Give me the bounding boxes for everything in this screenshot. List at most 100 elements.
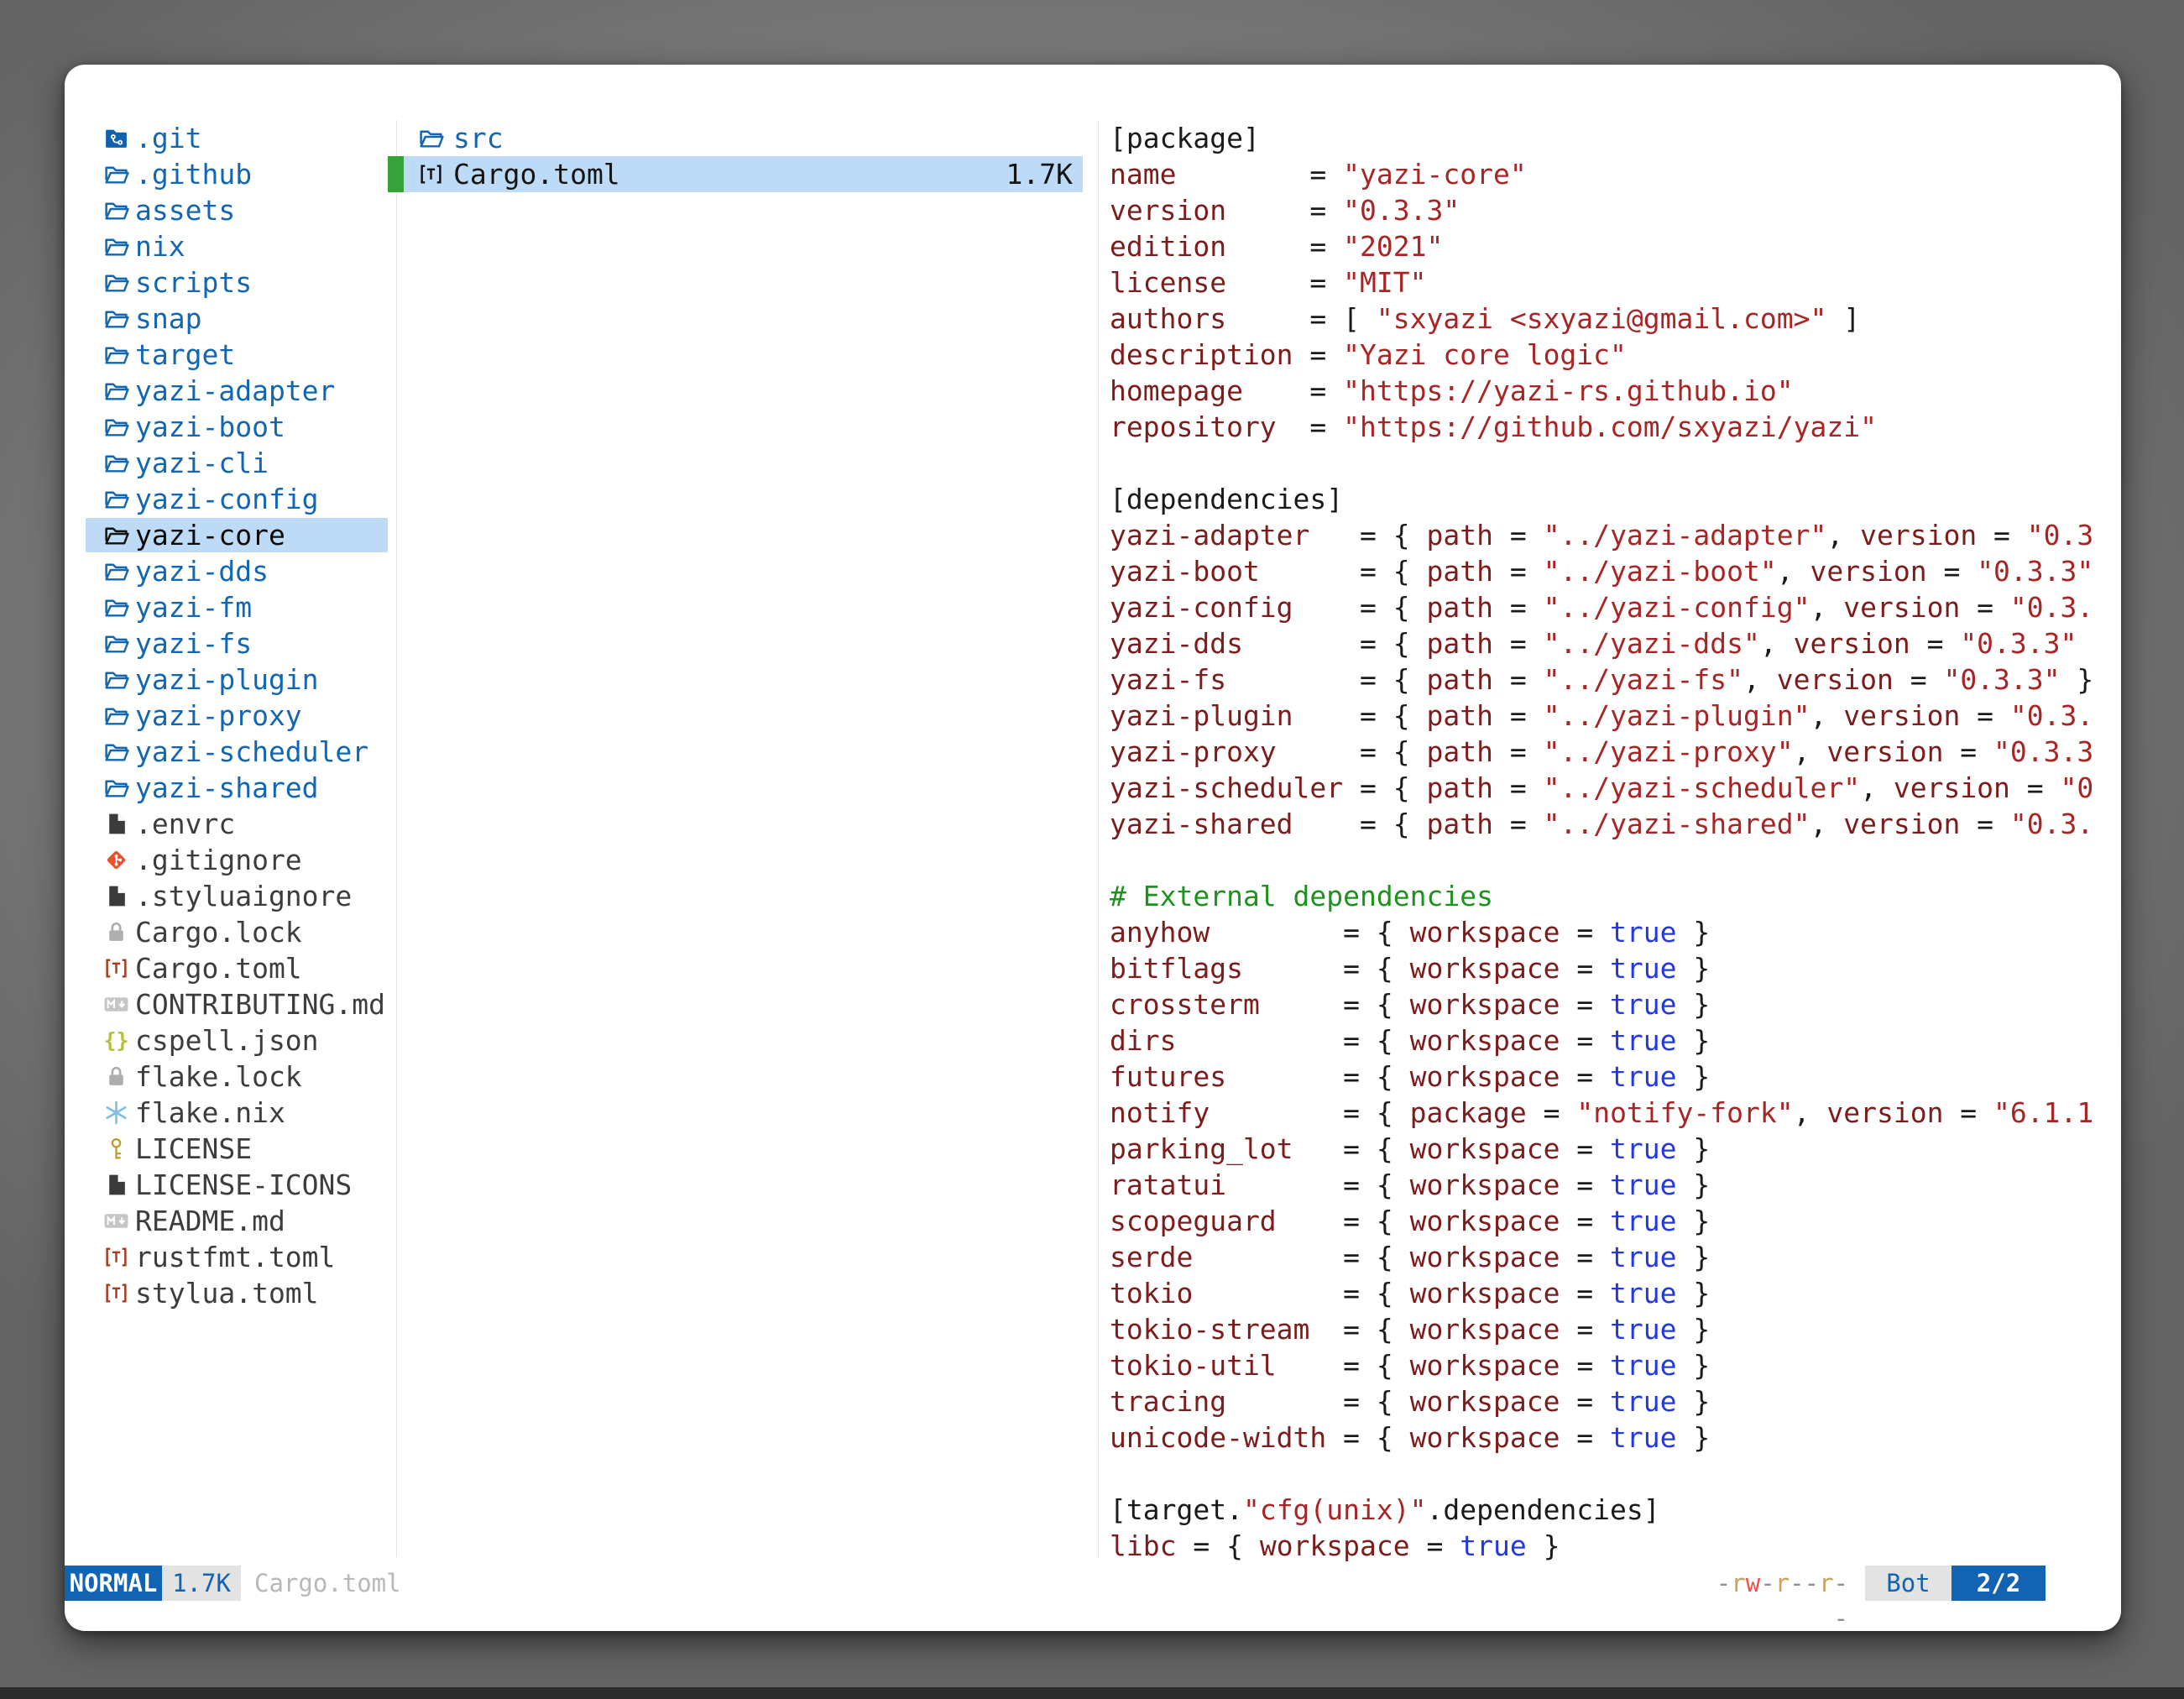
file-name: src xyxy=(453,120,504,156)
folder-icon xyxy=(103,197,129,223)
file-row[interactable]: .styluaignore xyxy=(65,878,2121,914)
status-bar: NORMAL 1.7K Cargo.toml -rw-r--r-- Bot 2/… xyxy=(65,1566,2121,1601)
folder-row[interactable]: yazi-config xyxy=(65,481,2121,517)
folder-row[interactable]: yazi-cli xyxy=(65,445,2121,481)
folder-row[interactable]: target xyxy=(65,337,2121,373)
file-name: cspell.json xyxy=(135,1022,319,1059)
preview-code-line xyxy=(1110,1456,2092,1492)
file-row[interactable]: .envrc xyxy=(65,806,2121,842)
file-row[interactable]: rustfmt.toml xyxy=(65,1239,2121,1275)
yazi-window: .git .github assets nix scripts snap tar… xyxy=(65,65,2121,1631)
folder-row[interactable]: yazi-scheduler xyxy=(65,734,2121,770)
file-name: .gitignore xyxy=(135,842,302,878)
file-row[interactable]: CONTRIBUTING.md xyxy=(65,986,2121,1022)
folder-icon xyxy=(103,522,129,548)
folder-row[interactable]: snap xyxy=(65,301,2121,337)
json-icon: {} xyxy=(103,1027,129,1053)
file-row[interactable]: flake.nix xyxy=(65,1095,2121,1131)
file-row[interactable]: Cargo.lock xyxy=(65,914,2121,950)
file-name: flake.nix xyxy=(135,1095,285,1131)
file-size: 1.7K xyxy=(938,156,1073,192)
file-name: Cargo.toml xyxy=(135,950,302,986)
file-row[interactable]: flake.lock xyxy=(65,1059,2121,1095)
scroll-position-badge: Bot xyxy=(1865,1566,1951,1601)
folder-row[interactable]: yazi-shared xyxy=(65,770,2121,806)
file-name: snap xyxy=(135,301,201,337)
file-name: stylua.toml xyxy=(135,1275,319,1311)
file-name: yazi-dds xyxy=(135,553,269,589)
file-row[interactable]: Cargo.toml 1.7K xyxy=(65,156,2121,192)
file-name: yazi-shared xyxy=(135,770,319,806)
file-name: yazi-config xyxy=(135,481,319,517)
folder-row[interactable]: yazi-boot xyxy=(65,409,2121,445)
file-name: CONTRIBUTING.md xyxy=(135,986,385,1022)
file-name: nix xyxy=(135,228,185,264)
permissions-indicator: -rw-r--r-- xyxy=(1704,1566,1848,1601)
folder-icon xyxy=(103,233,129,259)
folder-row[interactable]: scripts xyxy=(65,264,2121,301)
file-name: .styluaignore xyxy=(135,878,352,914)
file-row[interactable]: LICENSE xyxy=(65,1131,2121,1167)
file-row[interactable]: README.md xyxy=(65,1203,2121,1239)
lock-icon xyxy=(103,1064,129,1090)
markdown-icon xyxy=(103,991,129,1017)
file-icon xyxy=(103,811,129,837)
file-name: scripts xyxy=(135,264,252,301)
file-name: yazi-fs xyxy=(135,625,252,661)
preview-code-line: tokio-util = { workspace = true } xyxy=(1110,1347,2092,1383)
folder-row[interactable]: src xyxy=(65,120,2121,156)
folder-row[interactable]: yazi-fs xyxy=(65,625,2121,661)
folder-icon xyxy=(103,775,129,801)
folder-icon xyxy=(103,486,129,512)
current-pane: src Cargo.toml 1.7K xyxy=(65,120,2121,192)
folder-row[interactable]: yazi-dds xyxy=(65,553,2121,589)
parent-pane: .git .github assets nix scripts snap tar… xyxy=(65,120,2121,1311)
folder-icon xyxy=(103,269,129,295)
mode-badge: NORMAL xyxy=(65,1566,162,1601)
folder-icon xyxy=(103,558,129,584)
folder-icon xyxy=(103,594,129,620)
lock-icon xyxy=(103,919,129,945)
nix-icon xyxy=(103,1100,129,1126)
key-icon xyxy=(103,1136,129,1162)
toml-icon xyxy=(103,1280,129,1306)
folder-icon xyxy=(103,450,129,476)
folder-icon xyxy=(103,630,129,656)
folder-row[interactable]: assets xyxy=(65,192,2121,228)
file-row[interactable]: {}cspell.json xyxy=(65,1022,2121,1059)
folder-row[interactable]: yazi-core xyxy=(65,517,2121,553)
preview-code-line: [target."cfg(unix)".dependencies] xyxy=(1110,1492,2092,1528)
file-name: README.md xyxy=(135,1203,285,1239)
preview-code-line: libc = { workspace = true } xyxy=(1110,1528,2092,1564)
file-icon xyxy=(103,1172,129,1198)
folder-row[interactable]: yazi-adapter xyxy=(65,373,2121,409)
file-name: yazi-proxy xyxy=(135,698,302,734)
folder-row[interactable]: yazi-plugin xyxy=(65,661,2121,698)
file-size-badge: 1.7K xyxy=(162,1566,241,1601)
folder-icon xyxy=(103,414,129,440)
folder-row[interactable]: nix xyxy=(65,228,2121,264)
file-name: LICENSE-ICONS xyxy=(135,1167,352,1203)
file-name: yazi-fm xyxy=(135,589,252,625)
file-row[interactable]: LICENSE-ICONS xyxy=(65,1167,2121,1203)
folder-icon xyxy=(103,703,129,729)
file-row[interactable]: .gitignore xyxy=(65,842,2121,878)
file-row[interactable]: stylua.toml xyxy=(65,1275,2121,1311)
toml-icon xyxy=(103,955,129,981)
folder-icon xyxy=(418,125,444,151)
file-name: Cargo.toml xyxy=(453,156,620,192)
file-row[interactable]: Cargo.toml xyxy=(65,950,2121,986)
file-name: yazi-cli xyxy=(135,445,269,481)
file-name: yazi-core xyxy=(135,517,285,553)
file-name: yazi-boot xyxy=(135,409,285,445)
markdown-icon xyxy=(103,1208,129,1234)
folder-icon xyxy=(103,739,129,765)
status-filename: Cargo.toml xyxy=(254,1566,401,1601)
folder-row[interactable]: yazi-fm xyxy=(65,589,2121,625)
git-icon xyxy=(103,847,129,873)
svg-text:{}: {} xyxy=(104,1028,129,1053)
preview-code-line: unicode-width = { workspace = true } xyxy=(1110,1419,2092,1456)
preview-code-line: tracing = { workspace = true } xyxy=(1110,1383,2092,1419)
folder-row[interactable]: yazi-proxy xyxy=(65,698,2121,734)
file-name: assets xyxy=(135,192,235,228)
